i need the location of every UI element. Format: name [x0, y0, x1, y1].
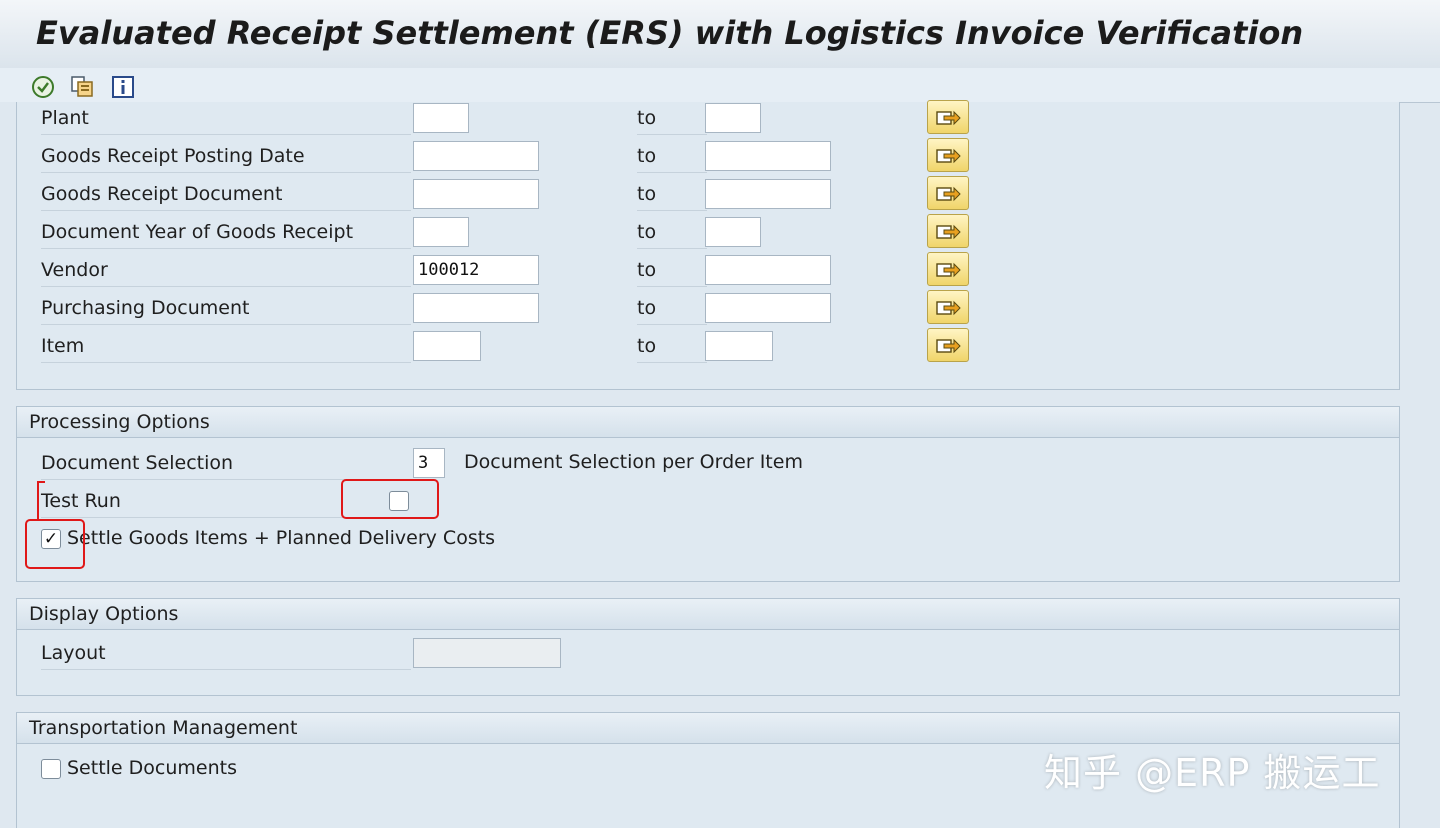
multiple-selection-icon	[936, 110, 961, 126]
selection-row-purchasing-document: Purchasing Document to	[17, 290, 1401, 326]
to-label: to	[637, 178, 707, 211]
execute-icon[interactable]	[30, 74, 56, 100]
gr-document-to-field[interactable]	[705, 179, 831, 209]
selection-row-gr-year: Document Year of Goods Receipt to	[17, 214, 1401, 250]
vendor-from-field[interactable]: 100012	[413, 255, 539, 285]
field-label: Vendor	[41, 254, 411, 287]
multiple-selection-icon	[936, 224, 961, 240]
document-selection-field[interactable]: 3	[413, 448, 445, 478]
multiple-selection-icon	[936, 300, 961, 316]
to-label: to	[637, 140, 707, 173]
field-label: Goods Receipt Posting Date	[41, 140, 411, 173]
highlight-corner	[37, 481, 45, 521]
purchasing-document-to-field[interactable]	[705, 293, 831, 323]
item-to-field[interactable]	[705, 331, 773, 361]
group-title: Transportation Management	[29, 717, 298, 739]
selection-row-vendor: Vendor 100012 to	[17, 252, 1401, 288]
multiple-selection-button[interactable]	[927, 138, 969, 172]
multiple-selection-button[interactable]	[927, 100, 969, 134]
selection-row-item: Item to	[17, 328, 1401, 364]
settle-goods-highlight-box	[25, 519, 85, 569]
settle-goods-items-row: ✓ Settle Goods Items + Planned Delivery …	[17, 523, 1401, 557]
gr-year-from-field[interactable]	[413, 217, 469, 247]
multiple-selection-button[interactable]	[927, 328, 969, 362]
group-title: Display Options	[29, 603, 179, 625]
selection-row-gr-posting-date: Goods Receipt Posting Date to	[17, 138, 1401, 174]
info-icon[interactable]	[110, 74, 136, 100]
get-variant-icon[interactable]	[70, 74, 96, 100]
to-label: to	[637, 330, 707, 363]
group-header: Processing Options	[17, 407, 1399, 438]
to-label: to	[637, 254, 707, 287]
to-label: to	[637, 292, 707, 325]
field-label: Item	[41, 330, 411, 363]
gr-posting-date-to-field[interactable]	[705, 141, 831, 171]
multiple-selection-icon	[936, 338, 961, 354]
settle-documents-label: Settle Documents	[67, 757, 237, 779]
display-options-group: Display Options Layout	[16, 598, 1400, 696]
processing-options-group: Processing Options Document Selection 3 …	[16, 406, 1400, 582]
selection-group: Plant to Goods Receipt Posting Date to G…	[16, 100, 1401, 390]
field-label: Layout	[41, 637, 411, 670]
multiple-selection-icon	[936, 262, 961, 278]
plant-from-field[interactable]	[413, 103, 469, 133]
purchasing-document-from-field[interactable]	[413, 293, 539, 323]
selection-row-gr-document: Goods Receipt Document to	[17, 176, 1401, 212]
layout-row: Layout	[17, 637, 1401, 671]
multiple-selection-button[interactable]	[927, 214, 969, 248]
vendor-to-field[interactable]	[705, 255, 831, 285]
field-label: Purchasing Document	[41, 292, 411, 325]
to-label: to	[637, 216, 707, 249]
field-label: Plant	[41, 102, 411, 135]
layout-field[interactable]	[413, 638, 561, 668]
left-margin	[0, 102, 16, 828]
gr-posting-date-from-field[interactable]	[413, 141, 539, 171]
document-selection-row: Document Selection 3 Document Selection …	[17, 447, 1401, 481]
group-title: Processing Options	[29, 411, 210, 433]
field-label: Goods Receipt Document	[41, 178, 411, 211]
document-selection-description: Document Selection per Order Item	[464, 451, 803, 473]
item-from-field[interactable]	[413, 331, 481, 361]
field-label: Document Year of Goods Receipt	[41, 216, 411, 249]
watermark-text: 知乎 @ERP 搬运工	[1044, 751, 1381, 795]
group-header: Display Options	[17, 599, 1399, 630]
multiple-selection-button[interactable]	[927, 176, 969, 210]
multiple-selection-icon	[936, 186, 961, 202]
page-title: Evaluated Receipt Settlement (ERS) with …	[36, 14, 1304, 52]
gr-document-from-field[interactable]	[413, 179, 539, 209]
selection-row-plant: Plant to	[17, 100, 1401, 136]
title-bar: Evaluated Receipt Settlement (ERS) with …	[0, 0, 1440, 68]
to-label: to	[637, 102, 707, 135]
settle-documents-checkbox[interactable]	[41, 759, 61, 779]
multiple-selection-button[interactable]	[927, 252, 969, 286]
test-run-highlight-box	[341, 479, 439, 519]
test-run-row: Test Run	[17, 485, 1401, 519]
multiple-selection-button[interactable]	[927, 290, 969, 324]
field-label: Document Selection	[41, 447, 411, 480]
plant-to-field[interactable]	[705, 103, 761, 133]
gr-year-to-field[interactable]	[705, 217, 761, 247]
application-toolbar	[0, 68, 1440, 103]
settle-goods-items-label: Settle Goods Items + Planned Delivery Co…	[67, 527, 496, 549]
multiple-selection-icon	[936, 148, 961, 164]
field-label: Test Run	[41, 485, 371, 518]
group-header: Transportation Management	[17, 713, 1399, 744]
